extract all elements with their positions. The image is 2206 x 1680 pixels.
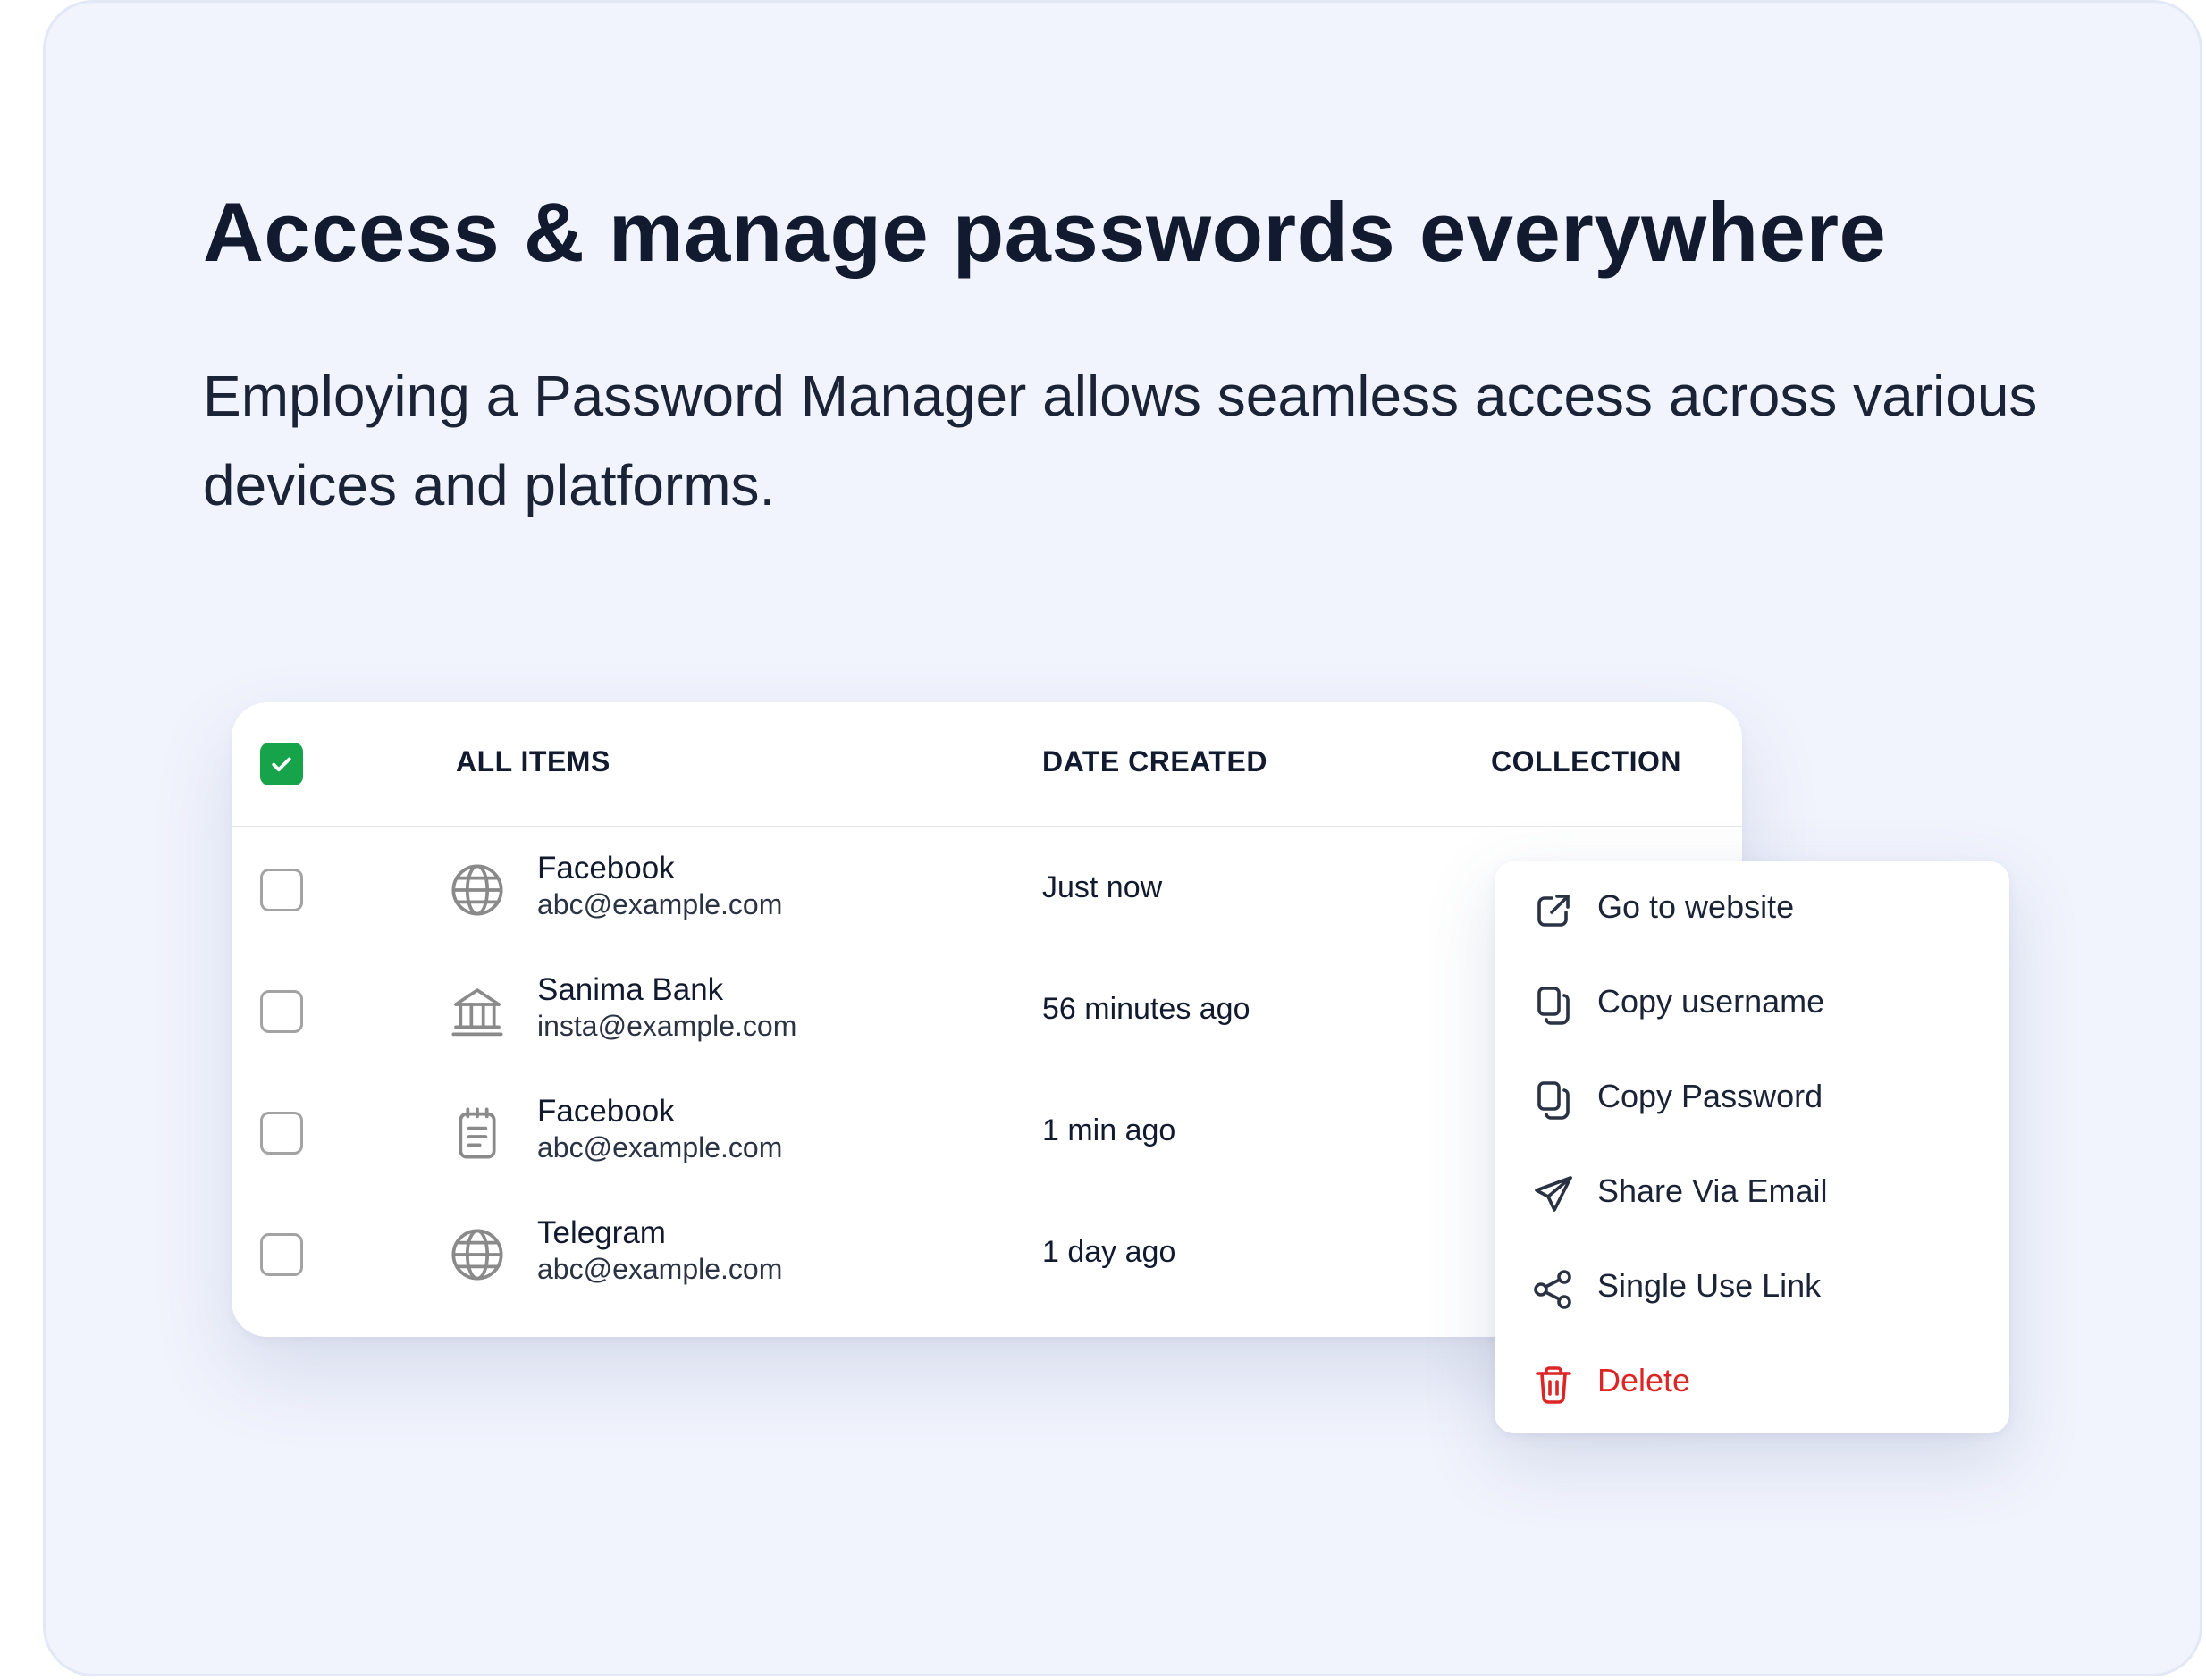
menu-item-label: Copy username bbox=[1597, 983, 1825, 1020]
item-date-created: 56 minutes ago bbox=[1042, 992, 1250, 1026]
menu-item-label: Delete bbox=[1597, 1362, 1691, 1399]
item-name: Sanima Bank bbox=[537, 972, 724, 1007]
row-checkbox[interactable] bbox=[260, 1233, 303, 1276]
column-header-collection[interactable]: COLLECTION bbox=[1491, 745, 1681, 778]
external-link-icon bbox=[1537, 895, 1570, 927]
menu-item-copy-password[interactable]: Copy Password bbox=[1495, 1051, 2009, 1146]
notepad-icon bbox=[459, 1107, 496, 1159]
item-name: Facebook bbox=[537, 1094, 675, 1129]
menu-item-share-via-email[interactable]: Share Via Email bbox=[1495, 1146, 2009, 1240]
globe-icon bbox=[451, 1229, 503, 1281]
share-icon bbox=[1534, 1270, 1571, 1309]
item-email: insta@example.com bbox=[537, 1010, 797, 1042]
copy-icon bbox=[1537, 987, 1570, 1025]
trash-icon bbox=[1536, 1366, 1571, 1404]
send-icon bbox=[1535, 1176, 1572, 1212]
row-checkbox[interactable] bbox=[260, 990, 303, 1033]
column-header-date-created[interactable]: DATE CREATED bbox=[1042, 745, 1267, 778]
item-date-created: Just now bbox=[1042, 870, 1163, 904]
column-header-all-items[interactable]: ALL ITEMS bbox=[456, 745, 610, 778]
globe-icon bbox=[451, 864, 503, 916]
menu-item-label: Go to website bbox=[1597, 888, 1795, 925]
item-name: Telegram bbox=[537, 1215, 666, 1250]
item-email: abc@example.com bbox=[537, 1253, 783, 1285]
row-checkbox[interactable] bbox=[260, 869, 303, 911]
item-name: Facebook bbox=[537, 851, 675, 886]
row-actions-menu: Go to website Copy username Copy Passwor… bbox=[1495, 861, 2009, 1433]
item-email: abc@example.com bbox=[537, 888, 783, 920]
check-icon bbox=[272, 757, 291, 772]
menu-item-label: Copy Password bbox=[1597, 1078, 1823, 1114]
menu-item-single-use-link[interactable]: Single Use Link bbox=[1495, 1240, 2009, 1335]
menu-item-label: Single Use Link bbox=[1597, 1267, 1822, 1304]
menu-item-copy-username[interactable]: Copy username bbox=[1495, 956, 2009, 1051]
page-title: Access & manage passwords everywhere bbox=[203, 185, 1887, 279]
menu-item-label: Share Via Email bbox=[1597, 1172, 1828, 1209]
menu-item-go-to-website[interactable]: Go to website bbox=[1495, 861, 2009, 956]
row-checkbox[interactable] bbox=[260, 1112, 303, 1155]
item-date-created: 1 day ago bbox=[1042, 1235, 1176, 1269]
select-all-checkbox[interactable] bbox=[260, 743, 303, 785]
item-date-created: 1 min ago bbox=[1042, 1113, 1176, 1147]
page-subtitle: Employing a Password Manager allows seam… bbox=[203, 364, 2038, 517]
copy-icon bbox=[1537, 1081, 1570, 1120]
menu-item-delete[interactable]: Delete bbox=[1495, 1335, 2009, 1430]
item-email: abc@example.com bbox=[537, 1131, 783, 1163]
bank-icon bbox=[451, 988, 503, 1037]
table-header: ALL ITEMS DATE CREATED COLLECTION bbox=[232, 702, 1742, 827]
